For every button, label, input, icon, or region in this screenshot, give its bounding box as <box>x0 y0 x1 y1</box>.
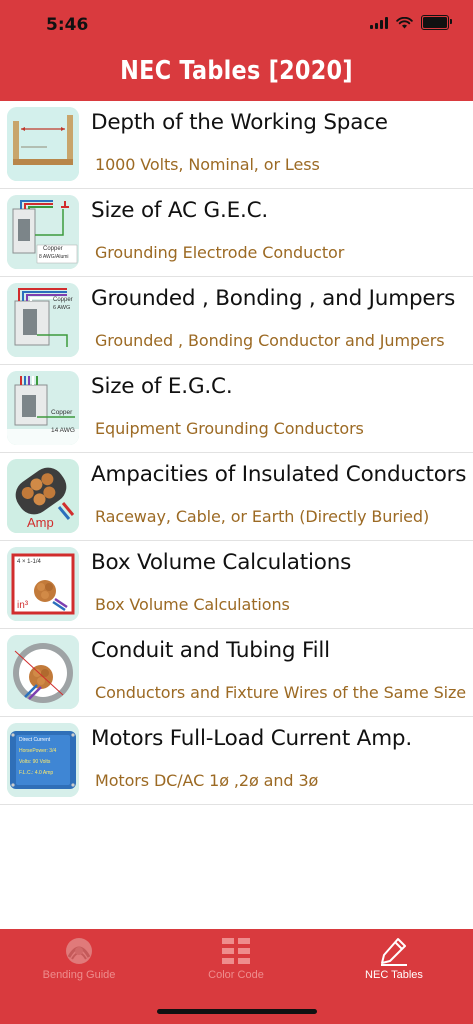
box-volume-icon: 4 × 1-1/4 in³ <box>7 547 79 621</box>
list-item-subtitle: Raceway, Cable, or Earth (Directly Burie… <box>95 507 430 526</box>
list-item-title: Size of AC G.E.C. <box>91 198 269 223</box>
nec-table-list: Depth of the Working Space 1000 Volts, N… <box>0 101 473 805</box>
gec-copper-label: Copper <box>43 246 63 252</box>
battery-icon <box>421 15 452 30</box>
egc-copper-label: Copper <box>51 409 73 416</box>
motor-line-2: HorsePower: 3/4 <box>19 748 57 754</box>
list-item-title: Grounded , Bonding , and Jumpers <box>91 286 456 311</box>
tab-label: NEC Tables <box>365 969 423 981</box>
bonding-diagram-icon: Copper 6 AWG <box>7 283 79 357</box>
working-space-diagram-icon <box>7 107 79 181</box>
conduit-fill-icon <box>7 635 79 709</box>
status-icons <box>370 15 452 30</box>
gec-awg-label: 8 AWG/Alumi <box>39 254 69 260</box>
list-item-subtitle: 1000 Volts, Nominal, or Less <box>95 155 320 174</box>
list-item-gec[interactable]: Copper 8 AWG/Alumi Size of AC G.E.C. Gro… <box>0 189 473 277</box>
bond-copper-label: Copper <box>53 297 73 303</box>
list-item-title: Depth of the Working Space <box>91 110 388 135</box>
status-time: 5:46 <box>46 15 89 35</box>
list-item-title: Conduit and Tubing Fill <box>91 638 330 663</box>
home-indicator[interactable] <box>157 1009 317 1014</box>
list-item-ampacities[interactable]: Amp Ampacities of Insulated Conductors R… <box>0 453 473 541</box>
header: 5:46 NEC Tables [2020] <box>0 0 473 101</box>
tab-bending-guide[interactable]: Bending Guide <box>0 929 158 993</box>
list-item-working-space[interactable]: Depth of the Working Space 1000 Volts, N… <box>0 101 473 189</box>
list-item-subtitle: Grounded , Bonding Conductor and Jumpers <box>95 331 445 350</box>
motor-line-4: F.L.C.: 4.0 Amp <box>19 770 54 776</box>
list-item-motors[interactable]: Direct Current HorsePower: 3/4 Volts: 90… <box>0 717 473 805</box>
tab-color-code[interactable]: Color Code <box>157 929 315 993</box>
bond-awg-label: 6 AWG <box>53 305 71 311</box>
box-dim-label: 4 × 1-1/4 <box>17 559 41 565</box>
list-item-conduit-fill[interactable]: Conduit and Tubing Fill Conductors and F… <box>0 629 473 717</box>
list-item-box-volume[interactable]: 4 × 1-1/4 in³ Box Volume Calculations Bo… <box>0 541 473 629</box>
list-item-bonding[interactable]: Copper 6 AWG Grounded , Bonding , and Ju… <box>0 277 473 365</box>
list-item-subtitle: Box Volume Calculations <box>95 595 290 614</box>
tab-label: Color Code <box>208 969 264 981</box>
tab-label: Bending Guide <box>42 969 116 981</box>
color-code-grid-icon <box>222 938 250 964</box>
motor-line-1: Direct Current <box>19 737 51 743</box>
list-item-subtitle: Motors DC/AC 1ø ,2ø and 3ø <box>95 771 319 790</box>
list-item-title: Motors Full-Load Current Amp. <box>91 726 413 751</box>
motor-nameplate-icon: Direct Current HorsePower: 3/4 Volts: 90… <box>7 723 79 797</box>
list-item-subtitle: Conductors and Fixture Wires of the Same… <box>95 683 467 702</box>
box-unit-label: in³ <box>17 600 29 611</box>
gec-diagram-icon: Copper 8 AWG/Alumi <box>7 195 79 269</box>
page-title: NEC Tables [2020] <box>120 56 353 86</box>
conductor-bundle-amp-icon: Amp <box>7 459 79 533</box>
conduit-bend-icon <box>66 938 92 964</box>
amp-label: Amp <box>27 515 54 530</box>
wifi-icon <box>396 16 413 28</box>
cellular-signal-icon <box>370 16 388 29</box>
tab-nec-tables[interactable]: NEC Tables <box>315 929 473 993</box>
list-item-egc[interactable]: Copper 14 AWG Size of E.G.C. Equipment G… <box>0 365 473 453</box>
egc-diagram-icon: Copper 14 AWG <box>7 371 79 445</box>
list-item-subtitle: Equipment Grounding Conductors <box>95 419 364 438</box>
list-item-title: Size of E.G.C. <box>91 374 233 399</box>
pencil-icon <box>381 938 407 966</box>
motor-line-3: Volts: 90 Volts <box>19 759 51 765</box>
list-item-subtitle: Grounding Electrode Conductor <box>95 243 345 262</box>
list-item-title: Box Volume Calculations <box>91 550 352 575</box>
egc-awg-label: 14 AWG <box>51 427 75 434</box>
list-item-title: Ampacities of Insulated Conductors <box>91 462 467 487</box>
